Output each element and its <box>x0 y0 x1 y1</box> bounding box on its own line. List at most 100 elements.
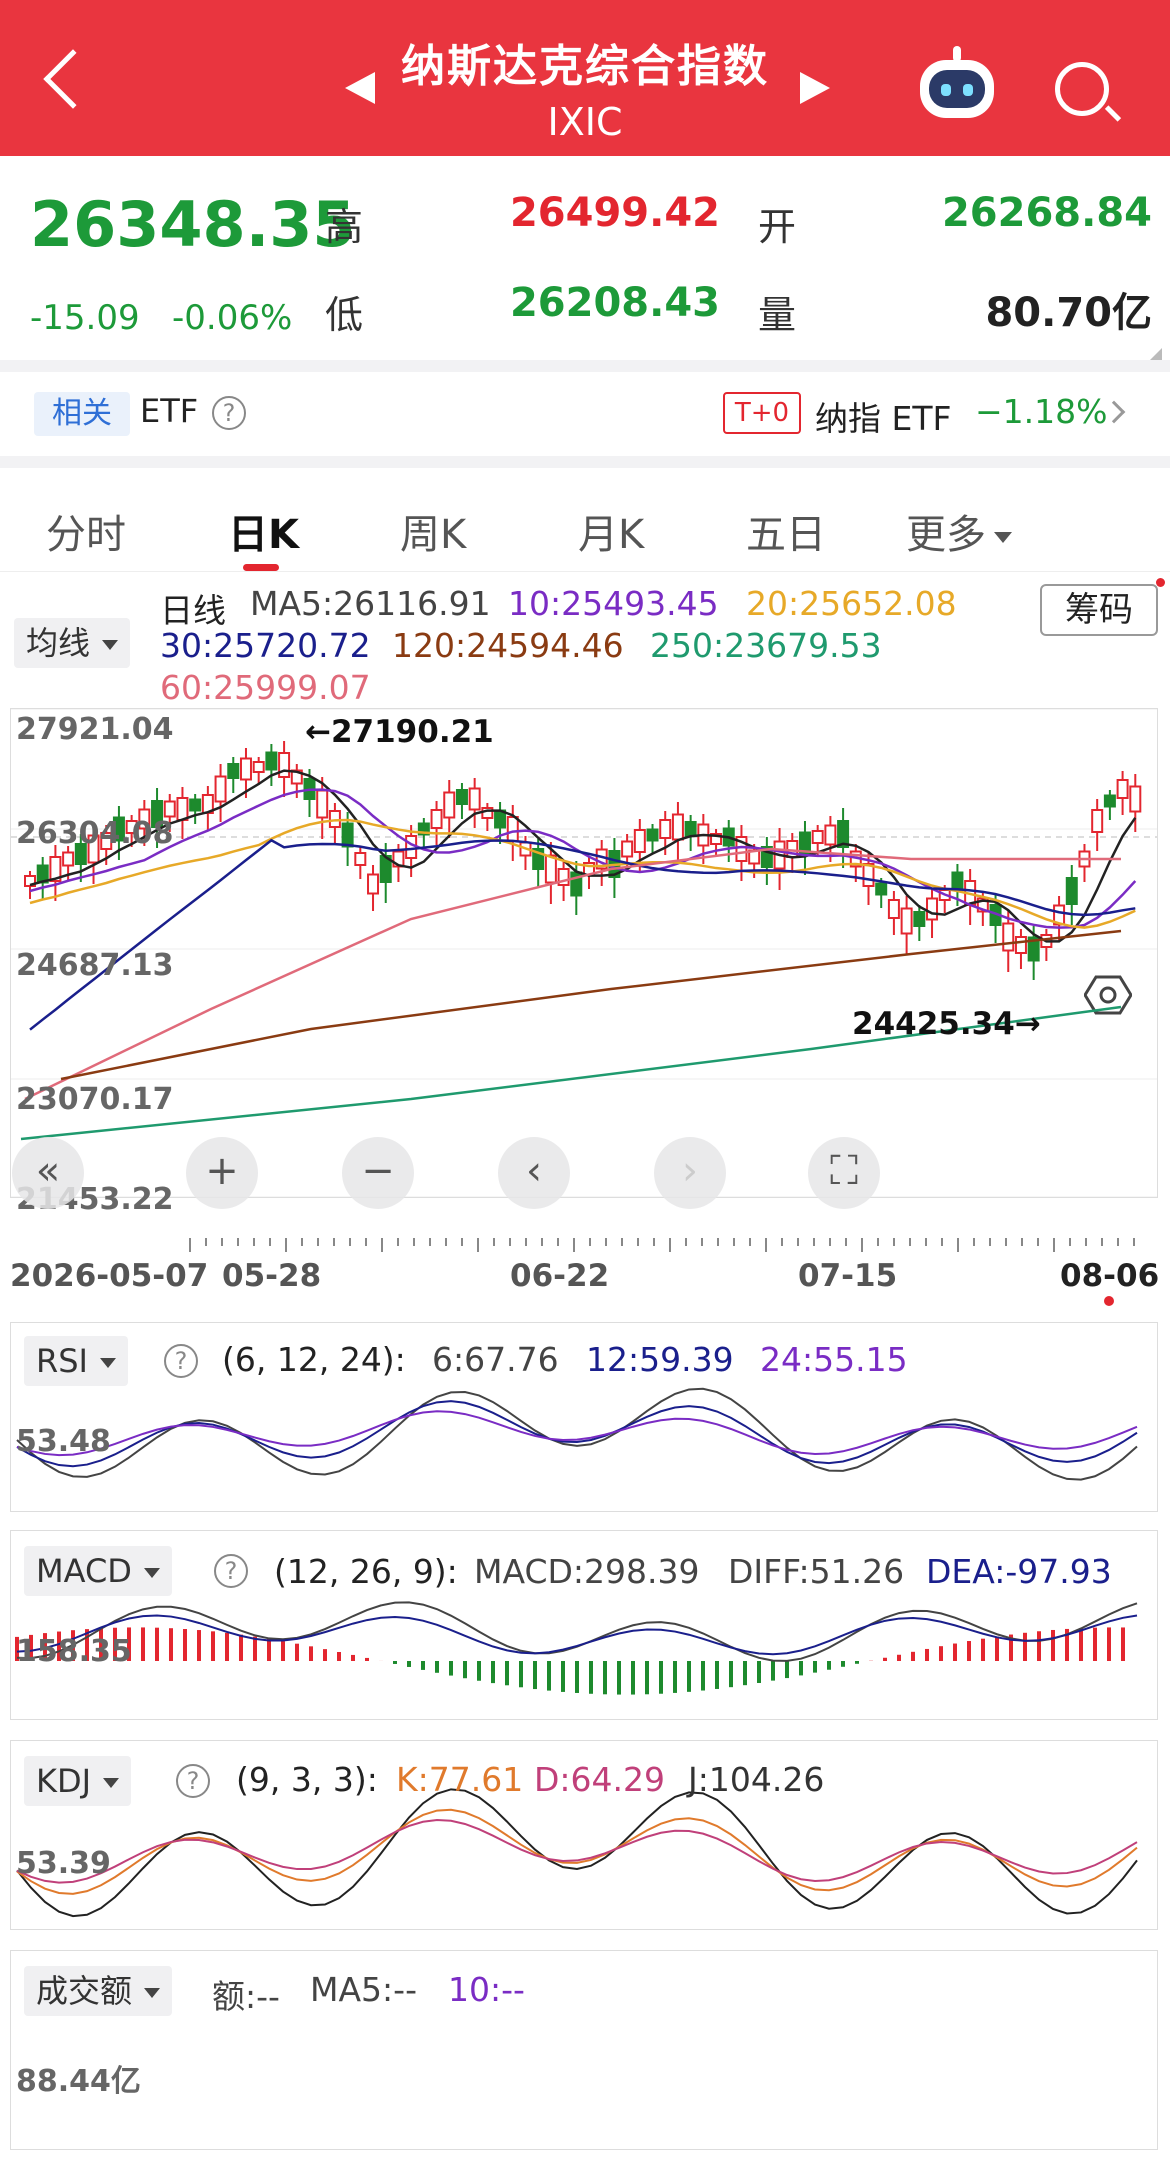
tab-daily[interactable]: 日K <box>228 502 299 560</box>
related-etf-row[interactable]: 相关 ETF ? T+0 纳指 ETF −1.18% <box>0 372 1170 456</box>
active-tab-indicator <box>243 564 279 571</box>
date-label: 2026-05-07 <box>10 1258 209 1294</box>
k-value: K:77.61 <box>396 1760 524 1799</box>
candle-body <box>443 791 456 819</box>
chip-distribution-button[interactable]: 筹码 <box>1040 584 1158 636</box>
nasdaq-etf-change: −1.18% <box>975 392 1108 431</box>
turnover-ma5: MA5:-- <box>310 1970 417 2009</box>
tab-five-day[interactable]: 五日 <box>746 502 826 560</box>
macd-dropdown[interactable]: MACD <box>24 1546 172 1596</box>
ma-dropdown[interactable]: 均线 <box>14 618 131 668</box>
turnover-level: 88.44亿 <box>16 2064 141 2099</box>
candle-body <box>659 819 672 839</box>
kdj-level: 53.39 <box>16 1846 111 1881</box>
rsi-params: (6, 12, 24): <box>222 1340 406 1379</box>
candle-body <box>633 829 646 853</box>
candle-body <box>405 835 418 859</box>
candle-body <box>900 907 913 935</box>
candle-body <box>1014 936 1027 954</box>
divider <box>0 360 1170 372</box>
candle-body <box>1091 809 1104 833</box>
y-axis-label: 26304.08 <box>16 816 174 851</box>
candle-body <box>227 763 240 779</box>
candle-body <box>671 813 684 841</box>
turnover-dropdown[interactable]: 成交额 <box>24 1966 173 2016</box>
period-tabs: 分时 日K 周K 月K 五日 更多 <box>0 472 1170 1015</box>
current-date-marker <box>1104 1296 1114 1306</box>
volume-value: 80.70亿 <box>985 290 1152 336</box>
nasdaq-etf-name: 纳指 ETF <box>815 399 952 438</box>
candle-body <box>646 828 659 842</box>
help-icon[interactable]: ? <box>164 1344 198 1378</box>
date-label: 08-06 <box>1060 1258 1160 1294</box>
price-change-pct: -0.06% <box>172 298 293 338</box>
help-icon[interactable]: ? <box>212 396 246 430</box>
high-value: 26499.42 <box>509 190 720 236</box>
candle-body <box>278 752 291 778</box>
tab-more[interactable]: 更多 <box>906 502 1012 560</box>
help-icon[interactable]: ? <box>176 1764 210 1798</box>
j-line <box>16 1788 1138 1918</box>
caret-down-icon <box>994 531 1012 543</box>
candle-body <box>862 863 875 887</box>
low-value: 26208.43 <box>509 280 720 326</box>
tab-intraday[interactable]: 分时 <box>46 502 126 560</box>
y-axis-label: 24687.13 <box>16 948 174 983</box>
fullscreen-button[interactable]: ⛶ <box>808 1137 880 1209</box>
help-icon[interactable]: ? <box>214 1554 248 1588</box>
candle-body <box>1129 785 1142 813</box>
candle-body <box>341 822 354 848</box>
candle-body <box>468 787 481 811</box>
j-value: J:104.26 <box>688 1760 825 1799</box>
candle-body <box>316 789 329 819</box>
high-label: 高 <box>325 205 364 249</box>
kline-chart-panel[interactable] <box>10 708 1158 1198</box>
ma10-value: 10:25493.45 <box>508 584 719 623</box>
ma30-line <box>29 838 1136 1031</box>
related-badge: 相关 <box>34 392 130 436</box>
turnover-panel[interactable] <box>10 1950 1158 2150</box>
candle-body <box>163 800 176 818</box>
scroll-right-button[interactable]: › <box>654 1137 726 1209</box>
candle-body <box>1002 922 1015 952</box>
ma250-value: 250:23679.53 <box>650 626 882 665</box>
current-price: 26348.35 <box>30 188 356 261</box>
candle-body <box>252 761 265 773</box>
macd-value: MACD:298.39 <box>474 1552 700 1591</box>
candle-body <box>811 830 824 844</box>
candle-body <box>684 821 697 837</box>
candle-body <box>951 871 964 891</box>
next-index-icon[interactable] <box>800 72 830 104</box>
rsi24-line <box>16 1410 1138 1457</box>
ma60-value: 60:25999.07 <box>160 668 371 707</box>
date-label: 07-15 <box>798 1258 898 1294</box>
scroll-left-button[interactable]: ‹ <box>498 1137 570 1209</box>
candle-body <box>824 824 837 846</box>
candle-body <box>367 873 380 895</box>
rewind-button[interactable]: « <box>12 1137 84 1209</box>
candle-body <box>265 751 278 771</box>
rsi-dropdown[interactable]: RSI <box>24 1336 128 1386</box>
notification-dot <box>1156 578 1165 587</box>
candle-body <box>239 757 252 781</box>
search-icon[interactable] <box>1055 62 1109 116</box>
candle-body <box>875 882 888 896</box>
tab-monthly[interactable]: 月K <box>578 502 644 560</box>
date-label: 06-22 <box>510 1258 610 1294</box>
candle-body <box>1103 794 1116 808</box>
open-label: 开 <box>758 205 797 249</box>
y-axis-label: 23070.17 <box>16 1082 174 1117</box>
dea-value: DEA:-97.93 <box>926 1552 1112 1591</box>
kdj-dropdown[interactable]: KDJ <box>24 1756 132 1806</box>
diff-value: DIFF:51.26 <box>728 1552 905 1591</box>
tab-weekly[interactable]: 周K <box>400 502 466 560</box>
candle-body <box>62 851 75 867</box>
top-bar: 纳斯达克综合指数 IXIC <box>0 0 1170 156</box>
rsi12-line <box>16 1400 1138 1468</box>
zoom-in-button[interactable]: + <box>186 1137 258 1209</box>
t0-badge: T+0 <box>723 392 801 434</box>
index-code: IXIC <box>547 100 623 144</box>
candle-body <box>621 840 634 858</box>
ai-assistant-icon[interactable] <box>920 46 994 118</box>
zoom-out-button[interactable]: − <box>342 1137 414 1209</box>
